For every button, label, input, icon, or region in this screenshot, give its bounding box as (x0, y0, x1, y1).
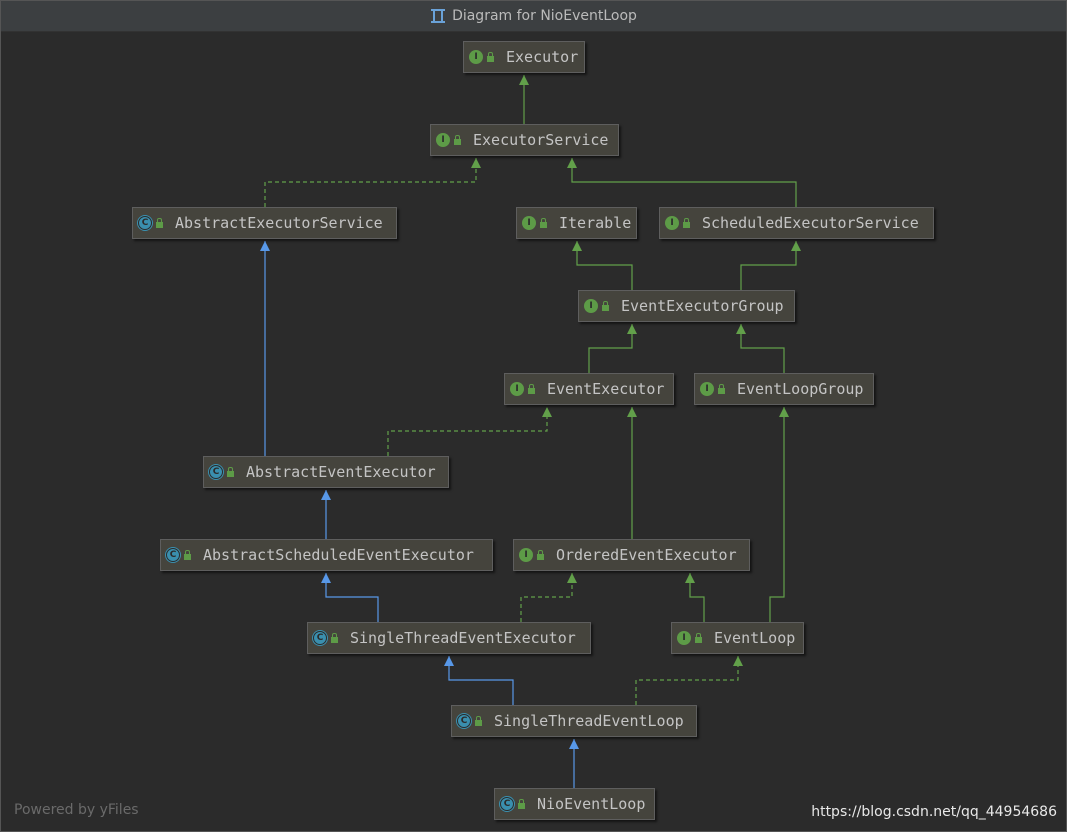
edge-event-executor-group-to-iterable (572, 241, 633, 290)
node-label: EventLoopGroup (737, 380, 864, 398)
node-label: SingleThreadEventLoop (494, 712, 684, 730)
node-label: EventExecutor (547, 380, 665, 398)
interface-icon: I (510, 382, 524, 396)
node-label: AbstractScheduledEventExecutor (203, 546, 474, 564)
node-executor-service[interactable]: I ExecutorService (430, 124, 619, 156)
lock-icon (454, 134, 461, 145)
lock-icon (718, 383, 725, 394)
lock-icon (528, 383, 535, 394)
interface-icon: I (469, 50, 483, 64)
lock-icon (537, 549, 544, 560)
edge-event-executor-group-to-scheduled-executor-service (740, 241, 801, 290)
node-label: AbstractExecutorService (175, 214, 383, 232)
node-single-thread-event-loop[interactable]: C SingleThreadEventLoop (451, 705, 697, 737)
node-event-loop[interactable]: I EventLoop (671, 622, 804, 654)
lock-icon (683, 217, 690, 228)
node-single-thread-event-executor[interactable]: C SingleThreadEventExecutor (307, 622, 591, 654)
node-scheduled-executor-service[interactable]: I ScheduledExecutorService (659, 207, 934, 239)
edge-single-thread-event-executor-to-ordered-event-executor (520, 573, 577, 622)
lock-icon (518, 798, 525, 809)
lock-icon (602, 300, 609, 311)
interface-icon: I (700, 382, 714, 396)
node-iterable[interactable]: I Iterable (516, 207, 637, 239)
node-nio-event-loop[interactable]: C NioEventLoop (494, 788, 655, 820)
lock-icon (184, 549, 191, 560)
edge-single-thread-event-loop-to-single-thread-event-executor (444, 656, 514, 705)
lock-icon (156, 217, 163, 228)
edge-event-executor-to-event-executor-group (588, 324, 637, 373)
class-icon: C (457, 714, 471, 728)
lock-icon (227, 466, 234, 477)
node-ordered-event-executor[interactable]: I OrderedEventExecutor (513, 539, 750, 571)
node-abstract-executor-service[interactable]: C AbstractExecutorService (132, 207, 397, 239)
node-label: OrderedEventExecutor (556, 546, 737, 564)
class-icon: C (209, 465, 223, 479)
node-executor[interactable]: I Executor (463, 41, 585, 73)
node-label: Executor (506, 48, 579, 66)
node-label: SingleThreadEventExecutor (350, 629, 576, 647)
interface-icon: I (436, 133, 450, 147)
node-label: AbstractEventExecutor (246, 463, 436, 481)
node-event-loop-group[interactable]: I EventLoopGroup (694, 373, 874, 405)
node-label: NioEventLoop (537, 795, 646, 813)
edge-event-loop-group-to-event-executor-group (736, 324, 785, 373)
lock-icon (487, 51, 494, 62)
interface-icon: I (519, 548, 533, 562)
watermark-url: https://blog.csdn.net/qq_44954686 (811, 804, 1057, 820)
edge-scheduled-executor-service-to-executor-service (567, 158, 797, 207)
node-abstract-event-executor[interactable]: C AbstractEventExecutor (203, 456, 449, 488)
node-event-executor-group[interactable]: I EventExecutorGroup (578, 290, 795, 322)
class-icon: C (138, 216, 152, 230)
class-icon: C (313, 631, 327, 645)
interface-icon: I (677, 631, 691, 645)
node-abstract-scheduled-event-executor[interactable]: C AbstractScheduledEventExecutor (160, 539, 493, 571)
edge-abstract-event-executor-to-event-executor (387, 407, 552, 456)
edge-single-thread-event-executor-to-abstract-scheduled-event-executor (321, 573, 379, 622)
node-label: Iterable (559, 214, 632, 232)
node-label: EventLoop (714, 629, 796, 647)
class-icon: C (166, 548, 180, 562)
edge-event-loop-to-event-loop-group (769, 407, 789, 622)
lock-icon (475, 715, 482, 726)
class-icon: C (500, 797, 514, 811)
node-label: EventExecutorGroup (621, 297, 784, 315)
powered-by-label: Powered by yFiles (14, 802, 139, 818)
lock-icon (331, 632, 338, 643)
edge-event-loop-to-ordered-event-executor (685, 573, 705, 622)
edge-abstract-executor-service-to-executor-service (264, 158, 481, 207)
interface-icon: I (584, 299, 598, 313)
node-label: ScheduledExecutorService (702, 214, 919, 232)
lock-icon (540, 217, 547, 228)
edge-single-thread-event-loop-to-event-loop (635, 656, 743, 705)
node-label: ExecutorService (473, 131, 609, 149)
node-event-executor[interactable]: I EventExecutor (504, 373, 674, 405)
interface-icon: I (522, 216, 536, 230)
interface-icon: I (665, 216, 679, 230)
lock-icon (695, 632, 702, 643)
